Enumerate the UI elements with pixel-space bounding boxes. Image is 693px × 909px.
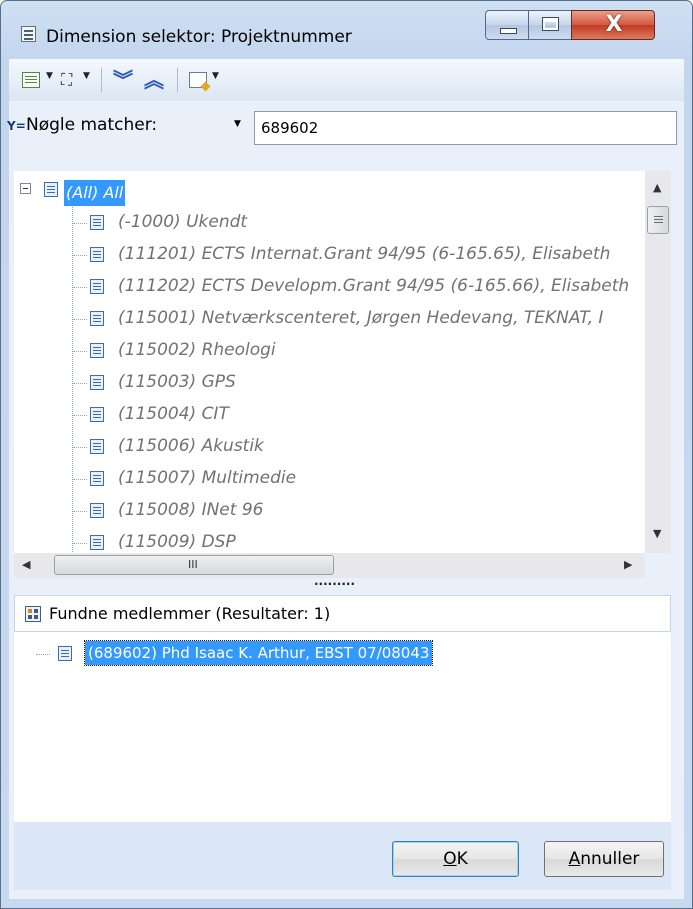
- window-title: Dimension selektor: Projektnummer: [46, 27, 352, 47]
- tree-connector: [73, 223, 87, 224]
- toolbar-separator: [177, 68, 178, 92]
- tree-node-label[interactable]: (111201) ECTS Internat.Grant 94/95 (6-16…: [118, 244, 610, 264]
- results-list[interactable]: (689602) Phd Isaac K. Arthur, EBST 07/08…: [14, 632, 671, 822]
- chevron-down-icon[interactable]: ▼: [83, 71, 90, 81]
- results-title: Fundne medlemmer (Resultater: 1): [49, 604, 331, 623]
- member-icon: [90, 279, 104, 294]
- chevron-down-icon[interactable]: ▼: [234, 119, 241, 129]
- tree-connector: [73, 319, 87, 320]
- ok-button[interactable]: OK: [392, 841, 519, 877]
- scroll-corner: [645, 553, 671, 578]
- member-icon: [90, 247, 104, 262]
- tree-connector: [73, 511, 87, 512]
- cancel-button[interactable]: Annuller: [544, 841, 664, 877]
- tree-connector: [73, 351, 87, 352]
- collapse-all-icon[interactable]: ︽: [144, 70, 164, 90]
- member-icon: [90, 503, 104, 518]
- tree-node-label[interactable]: (115001) Netværkscenteret, Jørgen Hedeva…: [118, 308, 603, 328]
- tree-node[interactable]: (115006) Akustik: [14, 431, 645, 463]
- close-icon: X: [605, 12, 623, 37]
- tree-node[interactable]: (115003) GPS: [14, 367, 645, 399]
- scroll-left-icon[interactable]: ◀: [22, 558, 30, 571]
- chevron-down-icon[interactable]: ▼: [46, 71, 53, 81]
- toolbar: ▼ ⛶ ▼ ︾ ︽ ▼: [9, 59, 684, 101]
- tree-connector: [73, 543, 87, 544]
- pane-splitter[interactable]: .........: [314, 574, 355, 588]
- filter-input[interactable]: [254, 111, 677, 145]
- close-button[interactable]: X: [571, 10, 655, 40]
- tree-node-label[interactable]: (115003) GPS: [118, 372, 236, 392]
- tree-node[interactable]: (111201) ECTS Internat.Grant 94/95 (6-16…: [14, 239, 645, 271]
- tree-node-label[interactable]: (115007) Multimedie: [118, 468, 296, 488]
- scroll-down-icon[interactable]: ▼: [653, 527, 661, 540]
- tree-node-label[interactable]: (115006) Akustik: [118, 436, 264, 456]
- dimension-selector-window: Dimension selektor: Projektnummer X ▼ ⛶ …: [0, 0, 693, 909]
- scroll-grip: III: [188, 558, 198, 571]
- tree-node-label[interactable]: (115008) INet 96: [118, 500, 263, 520]
- tree-node[interactable]: (111202) ECTS Developm.Grant 94/95 (6-16…: [14, 271, 645, 303]
- found-members-icon: [25, 606, 41, 622]
- tree-node-label[interactable]: (115009) DSP: [118, 532, 236, 552]
- chevron-down-icon[interactable]: ▼: [212, 71, 219, 81]
- tree-node-label[interactable]: (-1000) Ukendt: [118, 212, 247, 232]
- tree-node-label[interactable]: (115004) CIT: [118, 404, 229, 424]
- tree-node[interactable]: (115008) INet 96: [14, 495, 645, 527]
- tree-node-label[interactable]: (115002) Rheologi: [118, 340, 276, 360]
- tree-node[interactable]: (115004) CIT: [14, 399, 645, 431]
- filter-mode-label[interactable]: Nøgle matcher:: [26, 115, 157, 135]
- binoculars-icon[interactable]: ⛶: [61, 72, 79, 88]
- select-members-icon[interactable]: [189, 72, 207, 88]
- tree-connector: [73, 383, 87, 384]
- collapse-icon[interactable]: [20, 183, 31, 194]
- cancel-mnemonic: A: [568, 849, 581, 869]
- vertical-scrollbar[interactable]: ▲ ▼: [645, 171, 671, 553]
- member-tree[interactable]: (All) All (-1000) Ukendt (111201) ECTS I…: [14, 171, 645, 553]
- tree-connector: [73, 255, 87, 256]
- tree-node-label[interactable]: (All) All: [64, 180, 126, 206]
- tree-node[interactable]: (115001) Netværkscenteret, Jørgen Hedeva…: [14, 303, 645, 335]
- results-header: Fundne medlemmer (Resultater: 1): [14, 595, 671, 632]
- grid-view-icon[interactable]: [22, 72, 40, 88]
- member-icon: [90, 343, 104, 358]
- tree-connector: [73, 479, 87, 480]
- maximize-button[interactable]: [528, 10, 572, 40]
- tree-node-root[interactable]: (All) All: [14, 175, 645, 207]
- tree-connector: [36, 654, 50, 655]
- member-icon: [90, 311, 104, 326]
- member-icon: [44, 182, 58, 197]
- member-icon: [58, 646, 72, 661]
- horizontal-scroll-thumb[interactable]: III: [54, 555, 334, 575]
- result-item[interactable]: (689602) Phd Isaac K. Arthur, EBST 07/08…: [83, 640, 434, 666]
- ok-mnemonic: O: [443, 849, 457, 869]
- tree-connector: [73, 447, 87, 448]
- member-icon: [90, 535, 104, 550]
- minimize-icon: [500, 28, 517, 34]
- tree-connector: [73, 415, 87, 416]
- filter-icon[interactable]: Y=: [7, 119, 26, 133]
- tree-node-label[interactable]: (111202) ECTS Developm.Grant 94/95 (6-16…: [118, 276, 629, 296]
- scroll-right-icon[interactable]: ▶: [624, 558, 632, 571]
- maximize-icon: [542, 17, 559, 31]
- toolbar-separator: [101, 68, 102, 92]
- member-icon: [90, 375, 104, 390]
- tree-connector: [73, 287, 87, 288]
- tree-node[interactable]: (115007) Multimedie: [14, 463, 645, 495]
- cancel-label: nnuller: [580, 849, 640, 869]
- tree-node[interactable]: (115009) DSP: [14, 527, 645, 553]
- app-icon[interactable]: [21, 26, 36, 42]
- filter-row: Y= Nøgle matcher: ▼: [7, 103, 684, 147]
- ok-label: K: [456, 849, 468, 869]
- member-icon: [90, 407, 104, 422]
- minimize-button[interactable]: [485, 10, 529, 40]
- member-icon: [90, 439, 104, 454]
- tree-node[interactable]: (-1000) Ukendt: [14, 207, 645, 239]
- member-icon: [90, 215, 104, 230]
- vertical-scroll-thumb[interactable]: [647, 206, 669, 234]
- member-icon: [90, 471, 104, 486]
- title-bar[interactable]: Dimension selektor: Projektnummer X: [1, 1, 692, 47]
- expand-all-icon[interactable]: ︾: [113, 70, 133, 90]
- tree-node[interactable]: (115002) Rheologi: [14, 335, 645, 367]
- scroll-up-icon[interactable]: ▲: [653, 181, 661, 194]
- dialog-footer: OK Annuller: [14, 822, 671, 890]
